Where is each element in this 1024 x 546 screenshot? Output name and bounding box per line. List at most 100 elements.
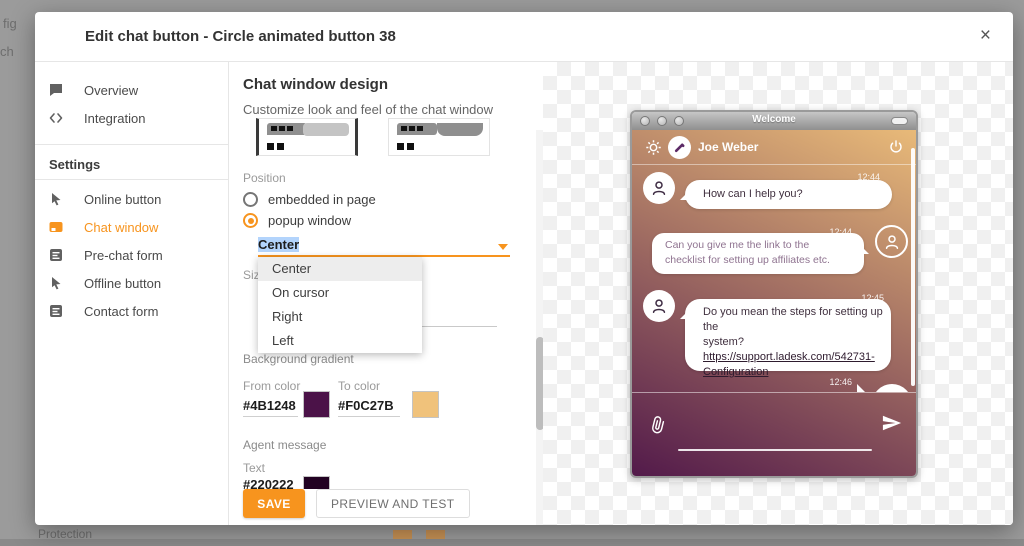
sidebar-item-label: Overview — [84, 83, 138, 98]
sidebar-item-label: Online button — [84, 192, 161, 207]
chat-messages: 12:44 How can I help you? 12:44 Can you … — [632, 165, 916, 392]
sidebar-item-online-button[interactable]: Online button — [35, 186, 228, 212]
visitor-avatar — [875, 225, 908, 258]
message-text: Can you give me the link to the — [652, 233, 864, 253]
agent-message-bubble: How can I help you? — [685, 180, 892, 209]
chat-header: Joe Weber — [632, 130, 916, 165]
thumb-toolbar — [437, 123, 483, 136]
sidebar-item-label: Integration — [84, 111, 145, 126]
menu-item-right[interactable]: Right — [258, 305, 422, 329]
menu-item-left[interactable]: Left — [258, 329, 422, 353]
preview-window-title: Welcome — [632, 114, 916, 125]
thumb-square — [277, 143, 284, 150]
agent-avatar — [643, 172, 675, 204]
chat-window-icon — [49, 220, 63, 234]
to-color-label: To color — [338, 379, 380, 393]
attachment-paperclip-icon[interactable] — [649, 415, 667, 435]
agent-message-bubble: Do you mean the steps for setting up the… — [685, 299, 891, 371]
message-timestamp: 12:46 — [829, 377, 852, 387]
from-color-swatch[interactable] — [303, 391, 330, 418]
visitor-message-bubble: Can you give me the link to the checklis… — [652, 233, 864, 274]
thumb-toolbar — [303, 123, 349, 136]
thumb-agent-bubble — [267, 123, 307, 135]
message-text: system? — [685, 335, 891, 350]
menu-item-center[interactable]: Center — [258, 257, 422, 281]
agent-avatar — [668, 136, 691, 159]
background-bottom-bar — [0, 539, 1024, 546]
chat-body: Joe Weber 12:44 How can I help you? 12:4… — [632, 130, 916, 476]
thumb-square — [267, 143, 274, 150]
chat-input-area — [632, 392, 916, 476]
from-color-label: From color — [243, 379, 300, 393]
text-color-label: Text — [243, 461, 265, 475]
power-icon[interactable] — [888, 139, 904, 155]
radio-embedded-in-page[interactable]: embedded in page — [243, 192, 376, 207]
chat-scrollbar[interactable] — [911, 148, 915, 386]
text-color-input[interactable]: #220222 — [243, 477, 294, 489]
cursor-pointer-icon — [49, 192, 63, 206]
message-text: checklist for setting up affiliates etc. — [652, 253, 864, 268]
position-select-menu: Center On cursor Right Left — [258, 257, 422, 353]
to-color-input[interactable]: #F0C27B — [338, 398, 400, 417]
to-color-swatch[interactable] — [412, 391, 439, 418]
design-thumbnail-1[interactable] — [256, 118, 358, 156]
sidebar-divider — [35, 179, 228, 180]
chat-window-preview: Welcome Joe Weber 12:44 — [630, 110, 918, 478]
agent-avatar-partial — [872, 384, 912, 392]
panel-subheading: Customize look and feel of the chat wind… — [243, 102, 493, 117]
radio-label: embedded in page — [268, 192, 376, 207]
sidebar-item-pre-chat-form[interactable]: Pre-chat form — [35, 242, 228, 268]
menu-item-on-cursor[interactable]: On cursor — [258, 281, 422, 305]
gear-icon[interactable] — [645, 139, 662, 156]
save-button[interactable]: SAVE — [243, 489, 305, 518]
chat-bubble-icon — [49, 83, 63, 97]
sidebar-item-overview[interactable]: Overview — [35, 77, 228, 103]
thumb-square — [407, 143, 414, 150]
sidebar-item-offline-button[interactable]: Offline button — [35, 270, 228, 296]
panel-divider — [228, 62, 229, 525]
message-input[interactable] — [678, 449, 872, 451]
preview-titlebar: Welcome — [632, 112, 916, 130]
preview-and-test-button[interactable]: PREVIEW AND TEST — [316, 489, 470, 518]
settings-sidebar: Overview Integration Settings Online but… — [35, 62, 228, 525]
radio-icon-selected — [243, 213, 258, 228]
radio-label: popup window — [268, 213, 351, 228]
bubble-tail — [860, 245, 869, 254]
message-link[interactable]: https://support.ladesk.com/542731- — [685, 350, 891, 365]
dialog-title: Edit chat button - Circle animated butto… — [85, 28, 396, 45]
sidebar-item-chat-window[interactable]: Chat window — [35, 214, 228, 240]
sidebar-item-contact-form[interactable]: Contact form — [35, 298, 228, 324]
radio-popup-window[interactable]: popup window — [243, 213, 351, 228]
position-select[interactable]: Center — [258, 237, 299, 252]
chevron-down-icon[interactable] — [498, 244, 508, 250]
background-gradient-label: Background gradient — [243, 352, 354, 366]
sidebar-divider — [35, 144, 228, 145]
sidebar-item-label: Chat window — [84, 220, 158, 235]
send-icon[interactable] — [881, 413, 903, 433]
chat-window-design-panel: Chat window design Customize look and fe… — [243, 62, 511, 525]
text-color-swatch[interactable] — [303, 476, 330, 489]
dialog-header: Edit chat button - Circle animated butto… — [35, 12, 1013, 62]
position-label: Position — [243, 171, 286, 185]
background-page-text: fig — [3, 16, 17, 31]
text-color-row: #220222 — [243, 476, 343, 489]
agent-name: Joe Weber — [698, 140, 758, 154]
sidebar-item-label: Contact form — [84, 304, 158, 319]
agent-message-label: Agent message — [243, 438, 326, 452]
bubble-tail — [857, 384, 866, 392]
sidebar-item-integration[interactable]: Integration — [35, 105, 228, 131]
sidebar-item-label: Pre-chat form — [84, 248, 163, 263]
position-select-value: Center — [258, 237, 299, 252]
radio-icon — [243, 192, 258, 207]
from-color-input[interactable]: #4B1248 — [243, 398, 298, 417]
minimize-icon[interactable] — [891, 117, 908, 125]
form-icon — [49, 248, 63, 262]
message-text: How can I help you? — [685, 180, 892, 202]
bubble-tail — [680, 191, 689, 200]
message-text: Do you mean the steps for setting up the — [685, 299, 891, 335]
close-icon[interactable]: × — [980, 25, 991, 47]
design-thumbnail-2[interactable] — [388, 118, 490, 156]
message-link[interactable]: Configuration — [685, 365, 891, 380]
edit-chat-button-dialog: Edit chat button - Circle animated butto… — [35, 12, 1013, 525]
background-page-text: ch — [0, 44, 14, 59]
